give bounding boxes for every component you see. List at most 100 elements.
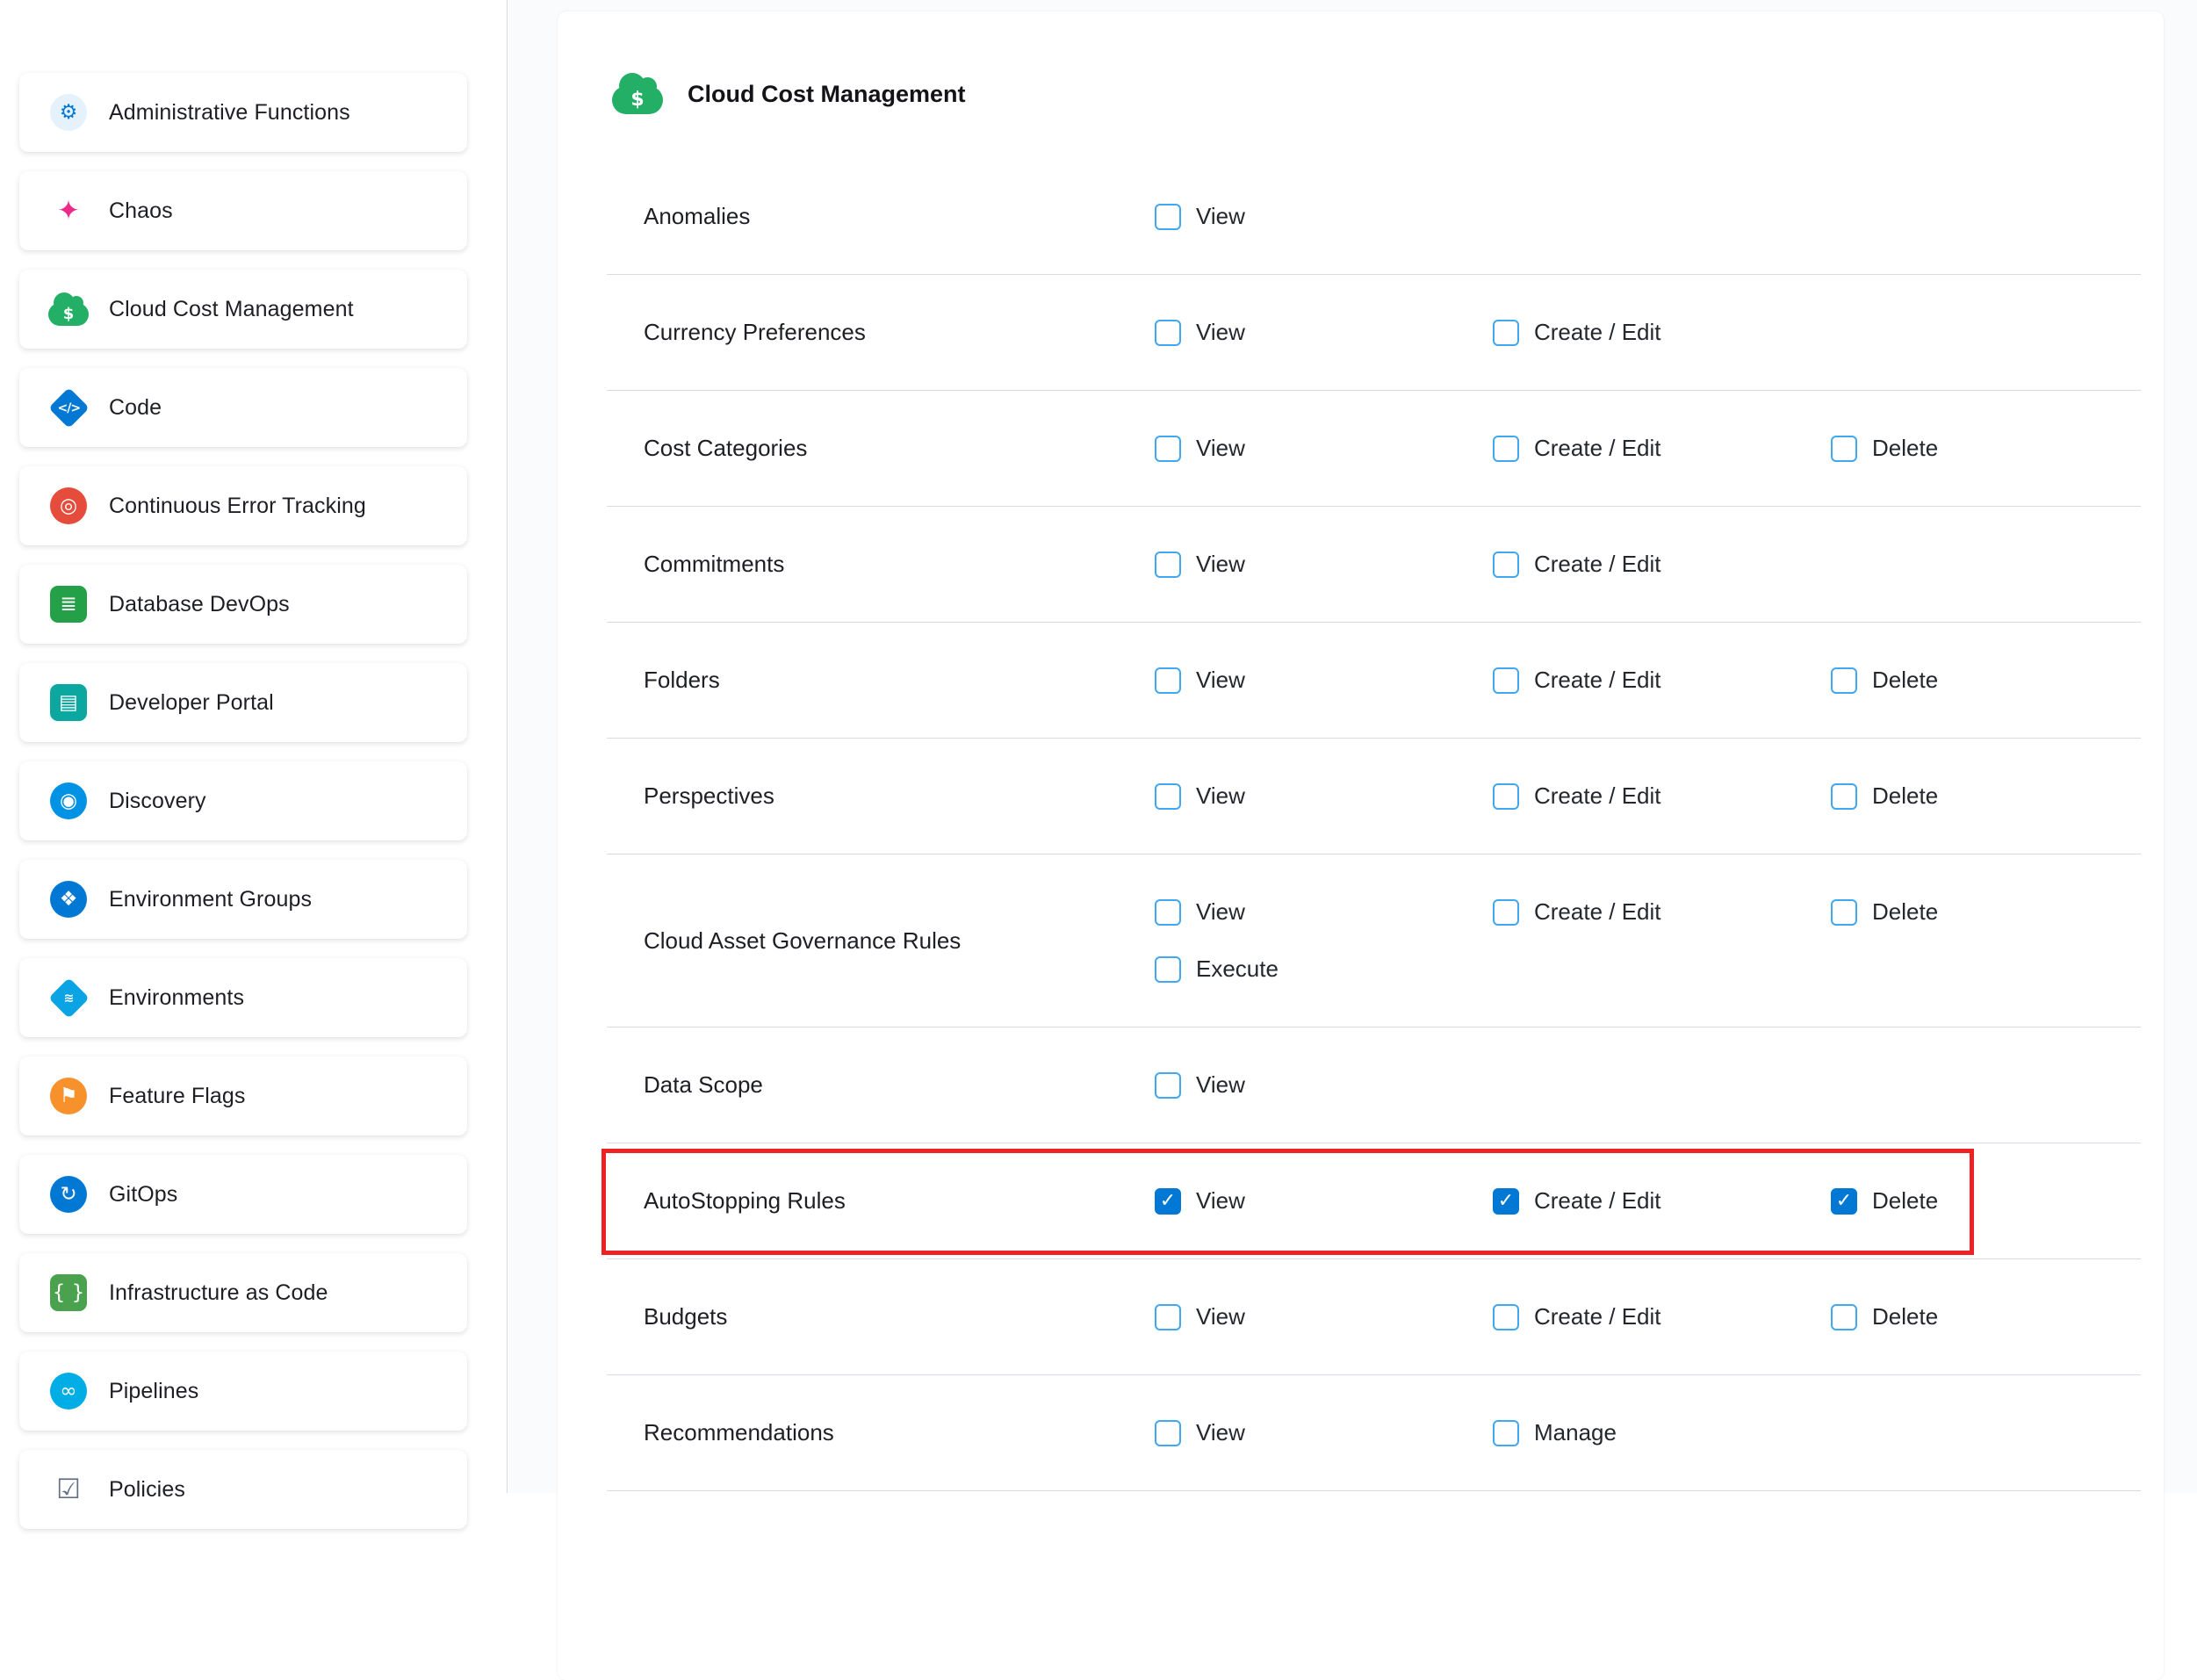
checkbox-recommendations-manage[interactable]	[1493, 1420, 1519, 1446]
sidebar-item-cloud-cost-management[interactable]: $ Cloud Cost Management	[19, 270, 467, 349]
permission-row-label: Commitments	[607, 551, 1155, 578]
sidebar-item-infrastructure-as-code[interactable]: { } Infrastructure as Code	[19, 1253, 467, 1332]
sidebar-item-label: Continuous Error Tracking	[109, 494, 366, 519]
permission-label: View	[1196, 319, 1245, 346]
sidebar-item-pipelines[interactable]: ∞ Pipelines	[19, 1352, 467, 1431]
sidebar-icon-slot: ⚑	[47, 1075, 90, 1117]
checkbox-budgets-view[interactable]	[1155, 1304, 1181, 1330]
sidebar-item-code[interactable]: </> Code	[19, 368, 467, 447]
checkbox-autostopping-rules-delete[interactable]	[1831, 1188, 1857, 1215]
checkbox-budgets-create-edit[interactable]	[1493, 1304, 1519, 1330]
icon-glyph: ◉	[60, 791, 77, 811]
sidebar-icon-slot: ▤	[47, 681, 90, 724]
sidebar-item-developer-portal[interactable]: ▤ Developer Portal	[19, 663, 467, 742]
pipelines-icon: ∞	[50, 1373, 87, 1410]
checkbox-budgets-delete[interactable]	[1831, 1304, 1857, 1330]
checkbox-perspectives-create-edit[interactable]	[1493, 783, 1519, 810]
sidebar-item-gitops[interactable]: ↻ GitOps	[19, 1155, 467, 1234]
permission-option: Create / Edit	[1493, 898, 1831, 926]
permission-label: Manage	[1534, 1419, 1617, 1446]
permission-label: View	[1196, 1303, 1245, 1330]
checkbox-cost-categories-create-edit[interactable]	[1493, 436, 1519, 462]
permission-row-recommendations: Recommendations View Manage	[607, 1375, 2141, 1491]
checkbox-cost-categories-view[interactable]	[1155, 436, 1181, 462]
permission-option: View	[1155, 319, 1493, 346]
permission-option: Delete	[1831, 435, 2169, 462]
sidebar-item-discovery[interactable]: ◉ Discovery	[19, 761, 467, 840]
permission-option: Create / Edit	[1493, 551, 1831, 578]
sidebar-item-chaos[interactable]: ✦ Chaos	[19, 171, 467, 250]
permission-row-anomalies: Anomalies View	[607, 159, 2141, 275]
checkbox-cloud-asset-governance-rules-create-edit[interactable]	[1493, 899, 1519, 926]
checkbox-folders-view[interactable]	[1155, 667, 1181, 694]
permission-label: View	[1196, 203, 1245, 230]
permission-option: View	[1155, 551, 1493, 578]
permission-label: View	[1196, 435, 1245, 462]
sidebar-item-label: Code	[109, 395, 162, 421]
permission-row-label: Anomalies	[607, 203, 1155, 230]
permission-option: View	[1155, 1303, 1493, 1330]
checkbox-data-scope-view[interactable]	[1155, 1072, 1181, 1099]
permission-label: Create / Edit	[1534, 319, 1661, 346]
permission-label: View	[1196, 1071, 1245, 1099]
permission-label: Create / Edit	[1534, 1187, 1661, 1215]
permission-option: Delete	[1831, 1187, 2169, 1215]
checkbox-currency-preferences-create-edit[interactable]	[1493, 320, 1519, 346]
sidebar-item-label: GitOps	[109, 1182, 177, 1208]
checkbox-folders-create-edit[interactable]	[1493, 667, 1519, 694]
chaos-icon: ✦	[47, 190, 90, 232]
checkbox-commitments-create-edit[interactable]	[1493, 552, 1519, 578]
sidebar-item-label: Infrastructure as Code	[109, 1280, 328, 1306]
permission-row-label: Cloud Asset Governance Rules	[607, 927, 1155, 955]
checkbox-perspectives-view[interactable]	[1155, 783, 1181, 810]
checkbox-anomalies-view[interactable]	[1155, 204, 1181, 230]
sidebar-icon-slot: ◉	[47, 780, 90, 822]
policies-icon: ☑	[47, 1468, 90, 1511]
sidebar-icon-slot: ≋	[47, 977, 90, 1019]
permission-grid: View Create / Edit Delete	[1155, 1187, 2169, 1215]
permission-row-cloud-asset-governance-rules: Cloud Asset Governance Rules View Create…	[607, 854, 2141, 1027]
checkbox-autostopping-rules-create-edit[interactable]	[1493, 1188, 1519, 1215]
permission-label: View	[1196, 898, 1245, 926]
icon-glyph: ⚑	[60, 1086, 78, 1107]
sidebar-item-database-devops[interactable]: ≣ Database DevOps	[19, 565, 467, 644]
sidebar-item-label: Environment Groups	[109, 887, 312, 912]
permission-option: View	[1155, 667, 1493, 694]
permission-grid: View Manage	[1155, 1419, 2169, 1446]
checkbox-cloud-asset-governance-rules-view[interactable]	[1155, 899, 1181, 926]
permission-option: View	[1155, 1419, 1493, 1446]
sidebar-icon-slot: ◎	[47, 485, 90, 527]
checkbox-perspectives-delete[interactable]	[1831, 783, 1857, 810]
sidebar-item-label: Policies	[109, 1477, 185, 1503]
page-title: Cloud Cost Management	[688, 81, 966, 108]
sidebar-item-continuous-error-tracking[interactable]: ◎ Continuous Error Tracking	[19, 466, 467, 545]
checkbox-cloud-asset-governance-rules-delete[interactable]	[1831, 899, 1857, 926]
sidebar-icon-slot: ⚙	[47, 91, 90, 133]
permission-label: Create / Edit	[1534, 667, 1661, 694]
sidebar-item-policies[interactable]: ☑ Policies	[19, 1450, 467, 1529]
permission-option: Delete	[1831, 667, 2169, 694]
checkbox-autostopping-rules-view[interactable]	[1155, 1188, 1181, 1215]
icon-glyph: </>	[57, 401, 80, 414]
permission-grid: View Create / Edit Delete	[1155, 1303, 2169, 1330]
sidebar-item-label: Database DevOps	[109, 592, 290, 617]
checkbox-cost-categories-delete[interactable]	[1831, 436, 1857, 462]
sidebar-item-environment-groups[interactable]: ❖ Environment Groups	[19, 860, 467, 939]
permission-row-label: Recommendations	[607, 1419, 1155, 1446]
checkbox-folders-delete[interactable]	[1831, 667, 1857, 694]
module-sidebar: ⚙ Administrative Functions ✦ Chaos $ Clo…	[0, 0, 508, 1493]
sidebar-item-environments[interactable]: ≋ Environments	[19, 958, 467, 1037]
permission-row-label: Perspectives	[607, 782, 1155, 810]
sidebar-icon-slot: ✦	[47, 190, 90, 232]
sidebar-item-administrative-functions[interactable]: ⚙ Administrative Functions	[19, 73, 467, 152]
permission-option: View	[1155, 1187, 1493, 1215]
checkbox-cloud-asset-governance-rules-execute[interactable]	[1155, 956, 1181, 983]
permission-row-label: Cost Categories	[607, 435, 1155, 462]
checkbox-currency-preferences-view[interactable]	[1155, 320, 1181, 346]
checkbox-commitments-view[interactable]	[1155, 552, 1181, 578]
checkbox-recommendations-view[interactable]	[1155, 1420, 1181, 1446]
permission-row-label: Data Scope	[607, 1071, 1155, 1099]
permission-option: Create / Edit	[1493, 782, 1831, 810]
icon-glyph: ∞	[60, 1381, 76, 1402]
sidebar-item-feature-flags[interactable]: ⚑ Feature Flags	[19, 1056, 467, 1136]
